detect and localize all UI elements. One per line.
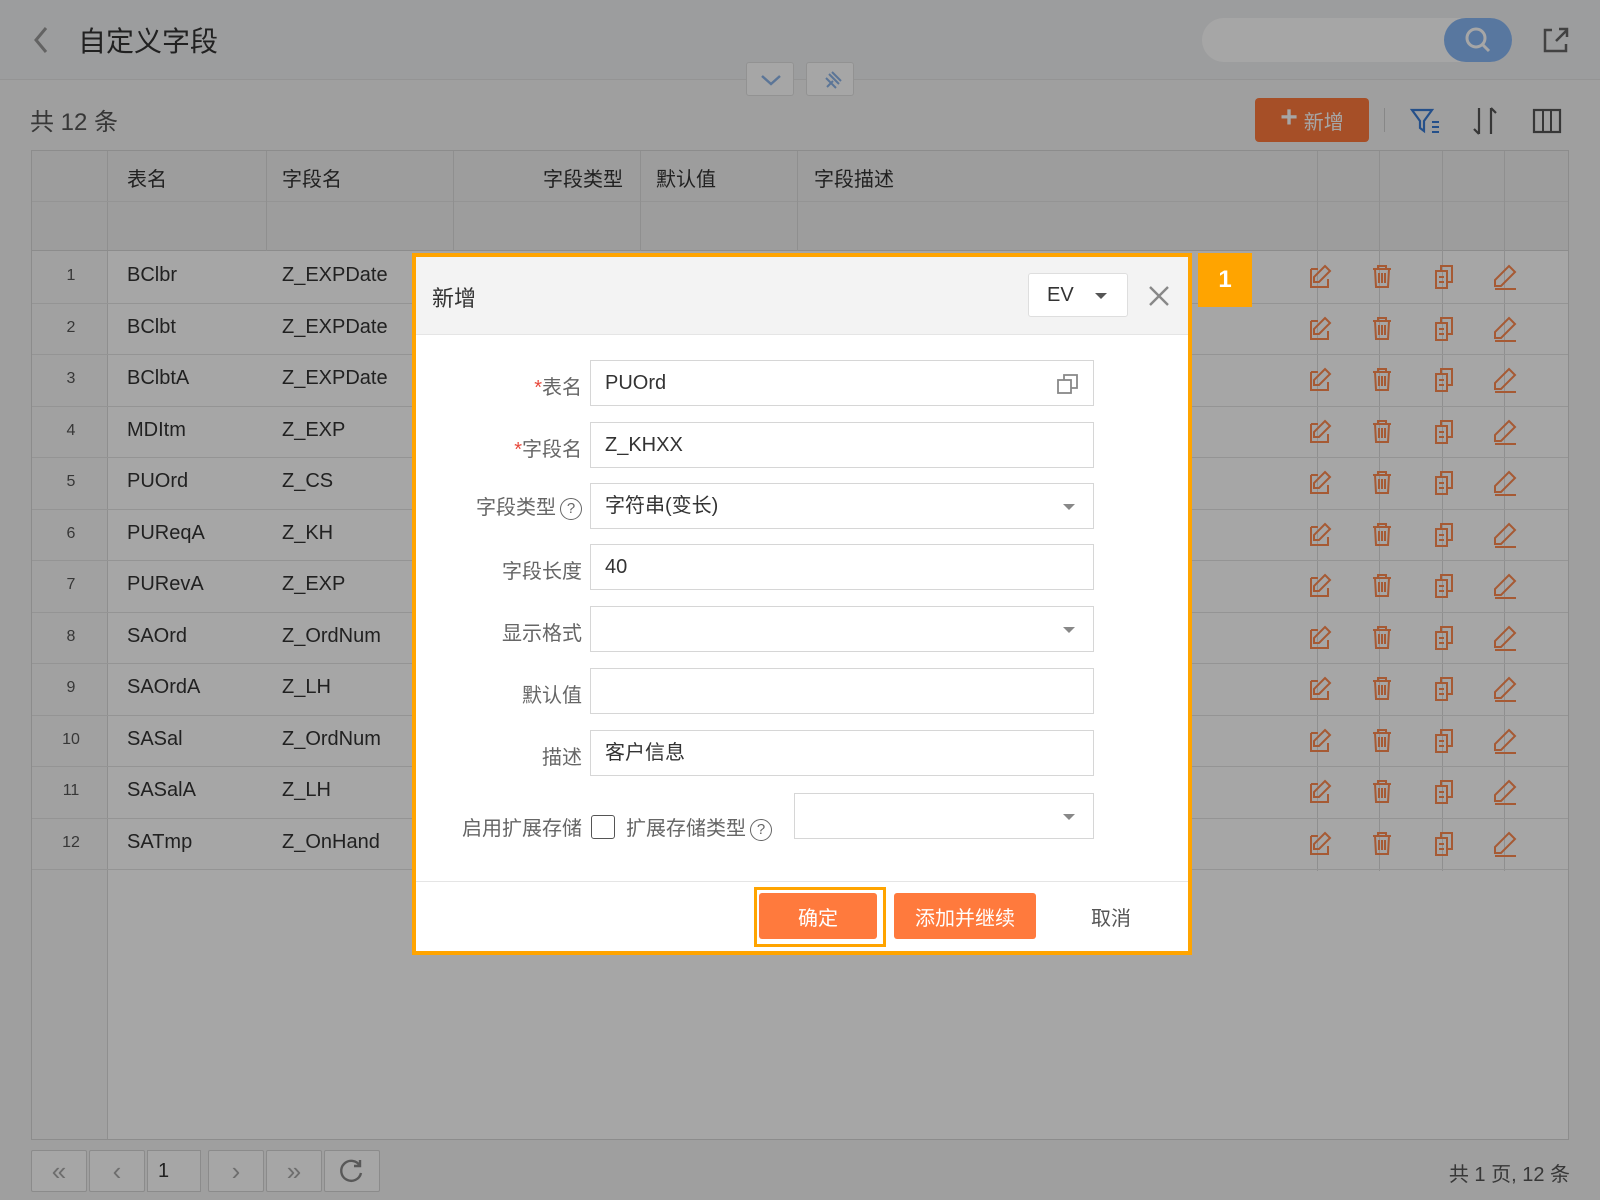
dropdown-caret-icon	[1063, 627, 1075, 633]
dropdown-caret-icon	[1063, 504, 1075, 510]
field-type-label: 字段类型?	[476, 491, 582, 520]
language-select[interactable]: EV	[1028, 273, 1128, 317]
dropdown-caret-icon	[1063, 814, 1075, 820]
display-format-label: 显示格式	[502, 623, 582, 645]
extended-storage-label: 启用扩展存储	[462, 818, 582, 840]
description-label: 描述	[542, 747, 582, 769]
dialog-title: 新增	[432, 286, 477, 311]
default-value-input[interactable]	[590, 668, 1094, 714]
extended-storage-type-label: 扩展存储类型?	[626, 812, 772, 841]
field-name-input[interactable]: Z_KHXX	[590, 422, 1094, 468]
extended-storage-checkbox[interactable]	[591, 815, 615, 839]
close-icon[interactable]	[1144, 281, 1174, 311]
field-length-label: 字段长度	[502, 561, 582, 583]
table-name-field[interactable]: PUOrd	[590, 360, 1094, 406]
add-field-dialog: 新增 EV *表名 PUOrd *字段名 Z_KHXX 字段类型? 字符串(变长…	[412, 253, 1192, 955]
table-name-label: *表名	[534, 377, 582, 399]
confirm-button[interactable]: 确定	[759, 893, 877, 939]
help-icon[interactable]: ?	[560, 498, 582, 520]
table-name-value: PUOrd	[605, 372, 667, 394]
language-value: EV	[1047, 284, 1074, 306]
step-marker: 1	[1198, 253, 1252, 307]
lookup-icon[interactable]	[1055, 371, 1081, 397]
display-format-select[interactable]	[590, 606, 1094, 652]
help-icon[interactable]: ?	[750, 819, 772, 841]
field-length-input[interactable]: 40	[590, 544, 1094, 590]
field-type-select[interactable]: 字符串(变长)	[590, 483, 1094, 529]
field-length-value: 40	[605, 556, 628, 578]
dialog-footer-divider	[416, 881, 1188, 882]
dialog-header: 新增 EV	[416, 257, 1188, 335]
field-type-value: 字符串(变长)	[605, 495, 719, 517]
dropdown-caret-icon	[1095, 293, 1107, 299]
default-value-label: 默认值	[522, 685, 582, 707]
add-and-continue-button[interactable]: 添加并继续	[894, 893, 1036, 939]
description-value: 客户信息	[605, 742, 685, 764]
description-input[interactable]: 客户信息	[590, 730, 1094, 776]
field-name-label: *字段名	[514, 439, 582, 461]
extended-storage-type-select[interactable]	[794, 793, 1094, 839]
cancel-button[interactable]: 取消	[1068, 893, 1154, 939]
field-name-value: Z_KHXX	[605, 434, 683, 456]
